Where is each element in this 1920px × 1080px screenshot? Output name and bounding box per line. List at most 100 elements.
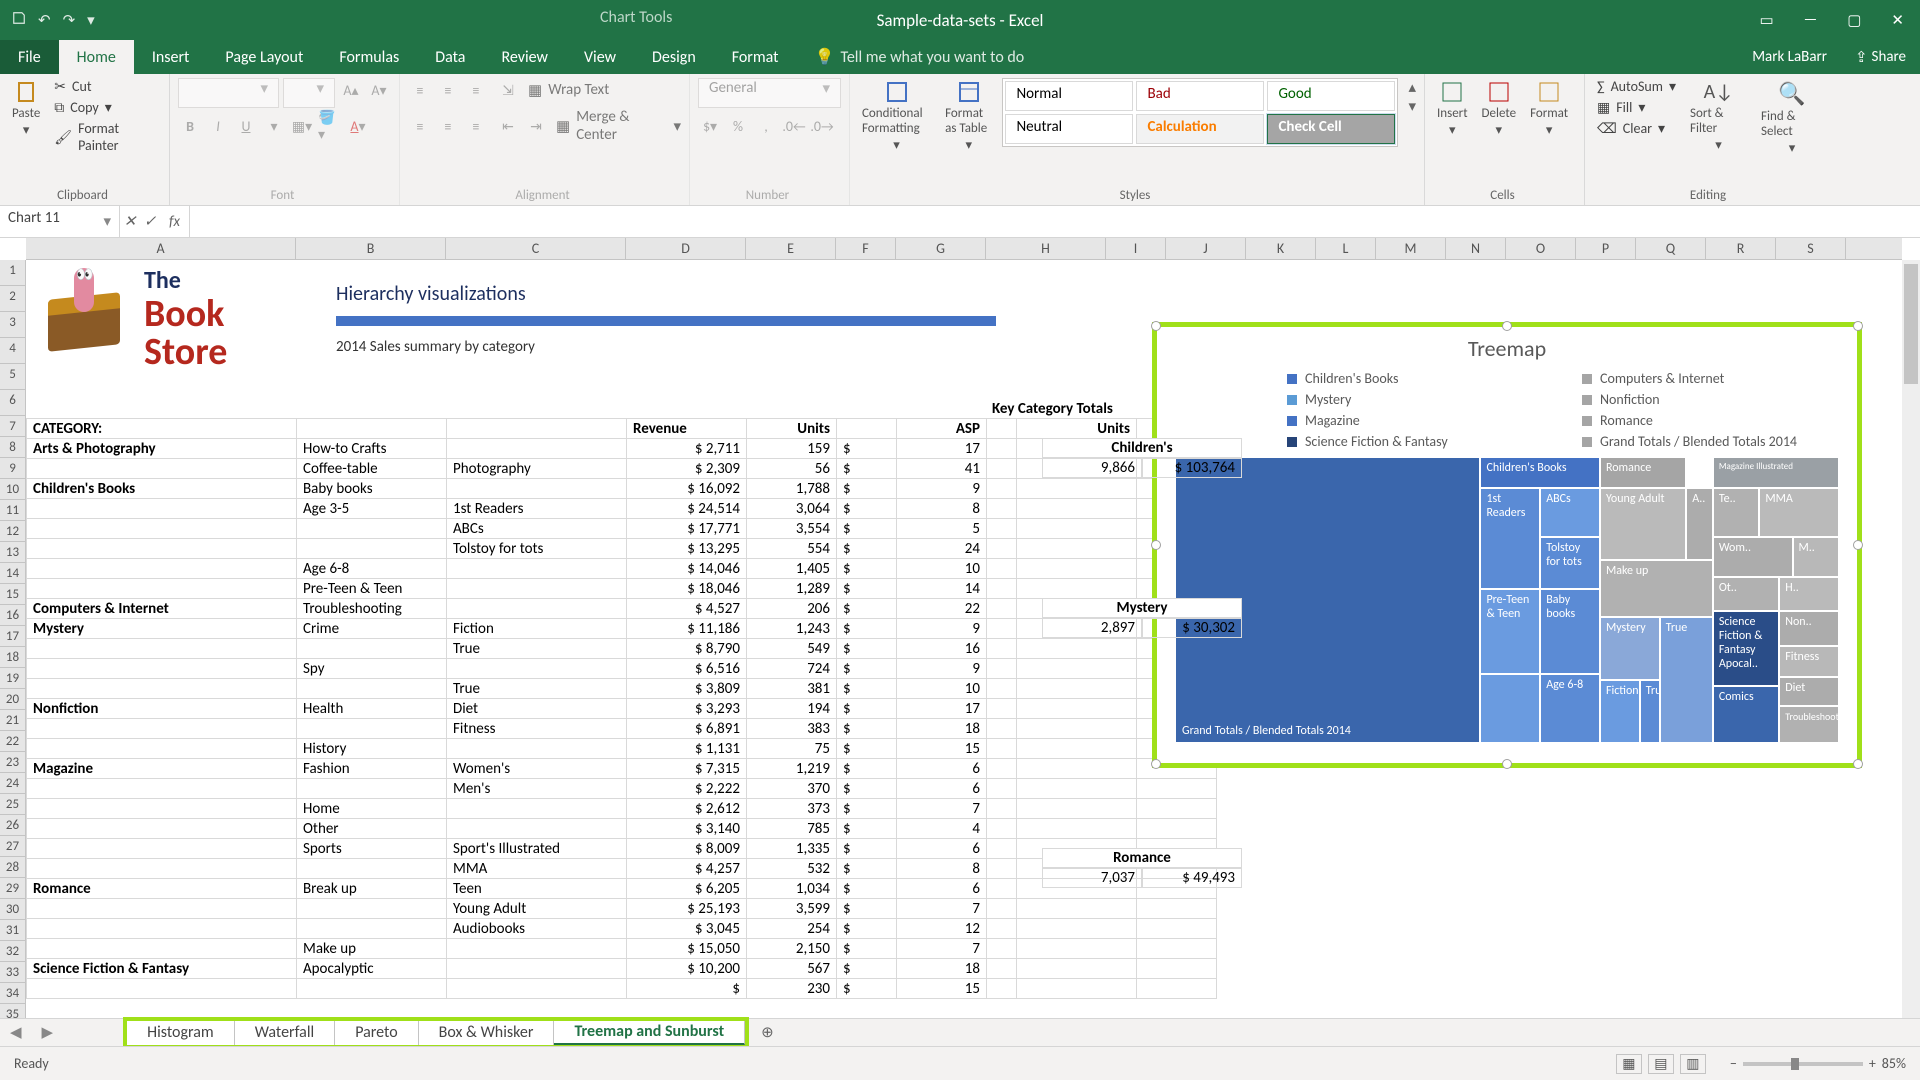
- zoom-out-icon[interactable]: −: [1730, 1055, 1737, 1072]
- view-normal-icon[interactable]: ▦: [1616, 1054, 1642, 1074]
- font-name[interactable]: [178, 78, 279, 108]
- group-label-alignment: Alignment: [408, 188, 681, 203]
- share-button[interactable]: ⇪Share: [1841, 40, 1920, 74]
- title-underline: [336, 316, 996, 326]
- tab-design[interactable]: Design: [634, 40, 714, 74]
- ribbon-options-icon[interactable]: ▭: [1759, 11, 1773, 30]
- font-size[interactable]: [283, 78, 335, 108]
- treemap-plot[interactable]: Grand Totals / Blended Totals 2014 Child…: [1175, 457, 1839, 743]
- enter-fx-icon[interactable]: ✓: [140, 206, 160, 237]
- minimize-icon[interactable]: —: [1804, 11, 1818, 29]
- cell-styles-gallery[interactable]: Normal Bad Good Neutral Calculation Chec…: [1002, 78, 1398, 147]
- conditional-formatting-button[interactable]: Conditional Formatting▾: [858, 78, 935, 155]
- row-headers[interactable]: 1234567891011121314151617181920212223242…: [0, 260, 26, 1046]
- chart-title[interactable]: Treemap: [1157, 327, 1857, 366]
- tell-me[interactable]: 💡Tell me what you want to do: [797, 40, 1043, 74]
- sheet-tab-treemap-and-sunburst[interactable]: Treemap and Sunburst: [554, 1021, 745, 1045]
- group-label-styles: Styles: [858, 188, 1416, 203]
- close-icon[interactable]: ✕: [1891, 11, 1904, 30]
- tile-childrens-header[interactable]: Children's Books: [1480, 457, 1600, 488]
- wrap-text-button[interactable]: ▦ Wrap Text: [528, 81, 609, 100]
- tab-data[interactable]: Data: [417, 40, 483, 74]
- tab-format[interactable]: Format: [714, 40, 797, 74]
- sort-filter-button[interactable]: A↓Sort & Filter▾: [1686, 78, 1751, 155]
- cut-button[interactable]: ✂ Cut: [50, 78, 161, 95]
- sheet-tab-waterfall[interactable]: Waterfall: [235, 1021, 336, 1045]
- percent-icon[interactable]: %: [726, 114, 750, 138]
- shrink-font-icon[interactable]: A▾: [367, 78, 391, 102]
- border-icon[interactable]: ▦▾: [290, 114, 314, 138]
- font-color-icon[interactable]: A▾: [346, 114, 370, 138]
- group-label-editing: Editing: [1593, 188, 1827, 203]
- formula-input[interactable]: [190, 206, 1920, 237]
- paste-button[interactable]: Paste▾: [8, 78, 44, 140]
- key-totals-header: Key Category Totals: [992, 400, 1113, 418]
- fill-color-icon[interactable]: 🪣▾: [318, 114, 342, 138]
- page-title: Hierarchy visualizations: [336, 282, 526, 306]
- key-total-box: Children's9,866$ 103,764: [1042, 438, 1242, 478]
- copy-button[interactable]: ⧉ Copy ▾: [50, 99, 161, 116]
- treemap-chart[interactable]: Treemap Children's BooksComputers & Inte…: [1152, 322, 1862, 768]
- tab-review[interactable]: Review: [483, 40, 566, 74]
- vertical-scrollbar[interactable]: [1902, 260, 1920, 1046]
- sheet-tab-box-whisker[interactable]: Box & Whisker: [419, 1021, 555, 1045]
- comma-icon[interactable]: ,: [754, 114, 778, 138]
- formula-bar: Chart 11 ✕ ✓ fx: [0, 206, 1920, 238]
- undo-icon[interactable]: ↶: [38, 11, 51, 30]
- status-ready: Ready: [0, 1055, 63, 1072]
- worksheet-grid[interactable]: ABCDEFGHIJKLMNOPQRS 12345678910111213141…: [0, 238, 1920, 1046]
- bulb-icon: 💡: [815, 47, 835, 67]
- key-total-box: Romance7,037$ 49,493: [1042, 848, 1242, 888]
- title-bar: ↶ ↷ ▾ Chart Tools Sample-data-sets - Exc…: [0, 0, 1920, 40]
- tab-insert[interactable]: Insert: [134, 40, 208, 74]
- insert-cells-button[interactable]: Insert▾: [1433, 78, 1472, 140]
- dec-dec-icon[interactable]: .0→: [810, 114, 834, 138]
- merge-center-button[interactable]: ▦ Merge & Center ▾: [556, 108, 681, 144]
- zoom-in-icon[interactable]: +: [1869, 1055, 1876, 1072]
- view-page-layout-icon[interactable]: ▤: [1648, 1054, 1674, 1074]
- chart-legend[interactable]: Children's BooksComputers & InternetMyst…: [1157, 366, 1857, 458]
- name-box[interactable]: Chart 11: [0, 206, 120, 237]
- sheet-tab-histogram[interactable]: Histogram: [127, 1021, 235, 1045]
- qat-more-icon[interactable]: ▾: [87, 11, 95, 30]
- currency-icon[interactable]: $▾: [698, 114, 722, 138]
- account-name[interactable]: Mark LaBarr: [1738, 40, 1841, 74]
- data-table[interactable]: CATEGORY:RevenueUnitsASPUnitsRevArts & P…: [26, 418, 1217, 999]
- clear-button[interactable]: ⌫ Clear ▾: [1593, 120, 1680, 137]
- tab-file[interactable]: File: [0, 40, 59, 74]
- find-select-button[interactable]: 🔍Find & Select▾: [1757, 78, 1827, 158]
- format-as-table-button[interactable]: Format as Table▾: [941, 78, 996, 155]
- fill-button[interactable]: ▦ Fill ▾: [1593, 99, 1680, 116]
- number-format[interactable]: General: [698, 78, 841, 108]
- fx-icon[interactable]: fx: [160, 206, 190, 237]
- save-icon[interactable]: [12, 11, 26, 30]
- share-icon: ⇪: [1855, 48, 1868, 67]
- format-cells-button[interactable]: Format▾: [1526, 78, 1572, 140]
- autosum-button[interactable]: ∑ AutoSum ▾: [1593, 78, 1680, 95]
- sheet-nav-prev[interactable]: ◀: [0, 1023, 32, 1042]
- view-page-break-icon[interactable]: ▥: [1680, 1054, 1706, 1074]
- sheet-tab-pareto[interactable]: Pareto: [335, 1021, 418, 1045]
- format-painter-button[interactable]: 🖌 Format Painter: [50, 120, 161, 154]
- delete-cells-button[interactable]: Delete▾: [1478, 78, 1521, 140]
- tab-formulas[interactable]: Formulas: [321, 40, 417, 74]
- zoom-value[interactable]: 85%: [1882, 1055, 1906, 1072]
- zoom-slider[interactable]: [1743, 1062, 1863, 1066]
- bold-icon[interactable]: B: [178, 114, 202, 138]
- group-label-cells: Cells: [1433, 188, 1576, 203]
- inc-dec-icon[interactable]: .0←: [782, 114, 806, 138]
- italic-icon[interactable]: I: [206, 114, 230, 138]
- tab-page-layout[interactable]: Page Layout: [207, 40, 321, 74]
- document-title: Sample-data-sets - Excel: [877, 10, 1044, 31]
- column-headers[interactable]: ABCDEFGHIJKLMNOPQRS: [26, 238, 1902, 260]
- maximize-icon[interactable]: ▢: [1847, 11, 1861, 30]
- add-sheet-button[interactable]: ⊕: [749, 1023, 786, 1042]
- tab-view[interactable]: View: [566, 40, 634, 74]
- grow-font-icon[interactable]: A▴: [339, 78, 363, 102]
- underline-icon[interactable]: U: [234, 114, 258, 138]
- sheet-nav-next[interactable]: ▶: [32, 1023, 64, 1042]
- sheet-tab-bar: ◀ ▶ HistogramWaterfallParetoBox & Whiske…: [0, 1018, 1920, 1046]
- redo-icon[interactable]: ↷: [63, 11, 76, 30]
- tab-home[interactable]: Home: [59, 40, 134, 74]
- cancel-fx-icon[interactable]: ✕: [120, 206, 140, 237]
